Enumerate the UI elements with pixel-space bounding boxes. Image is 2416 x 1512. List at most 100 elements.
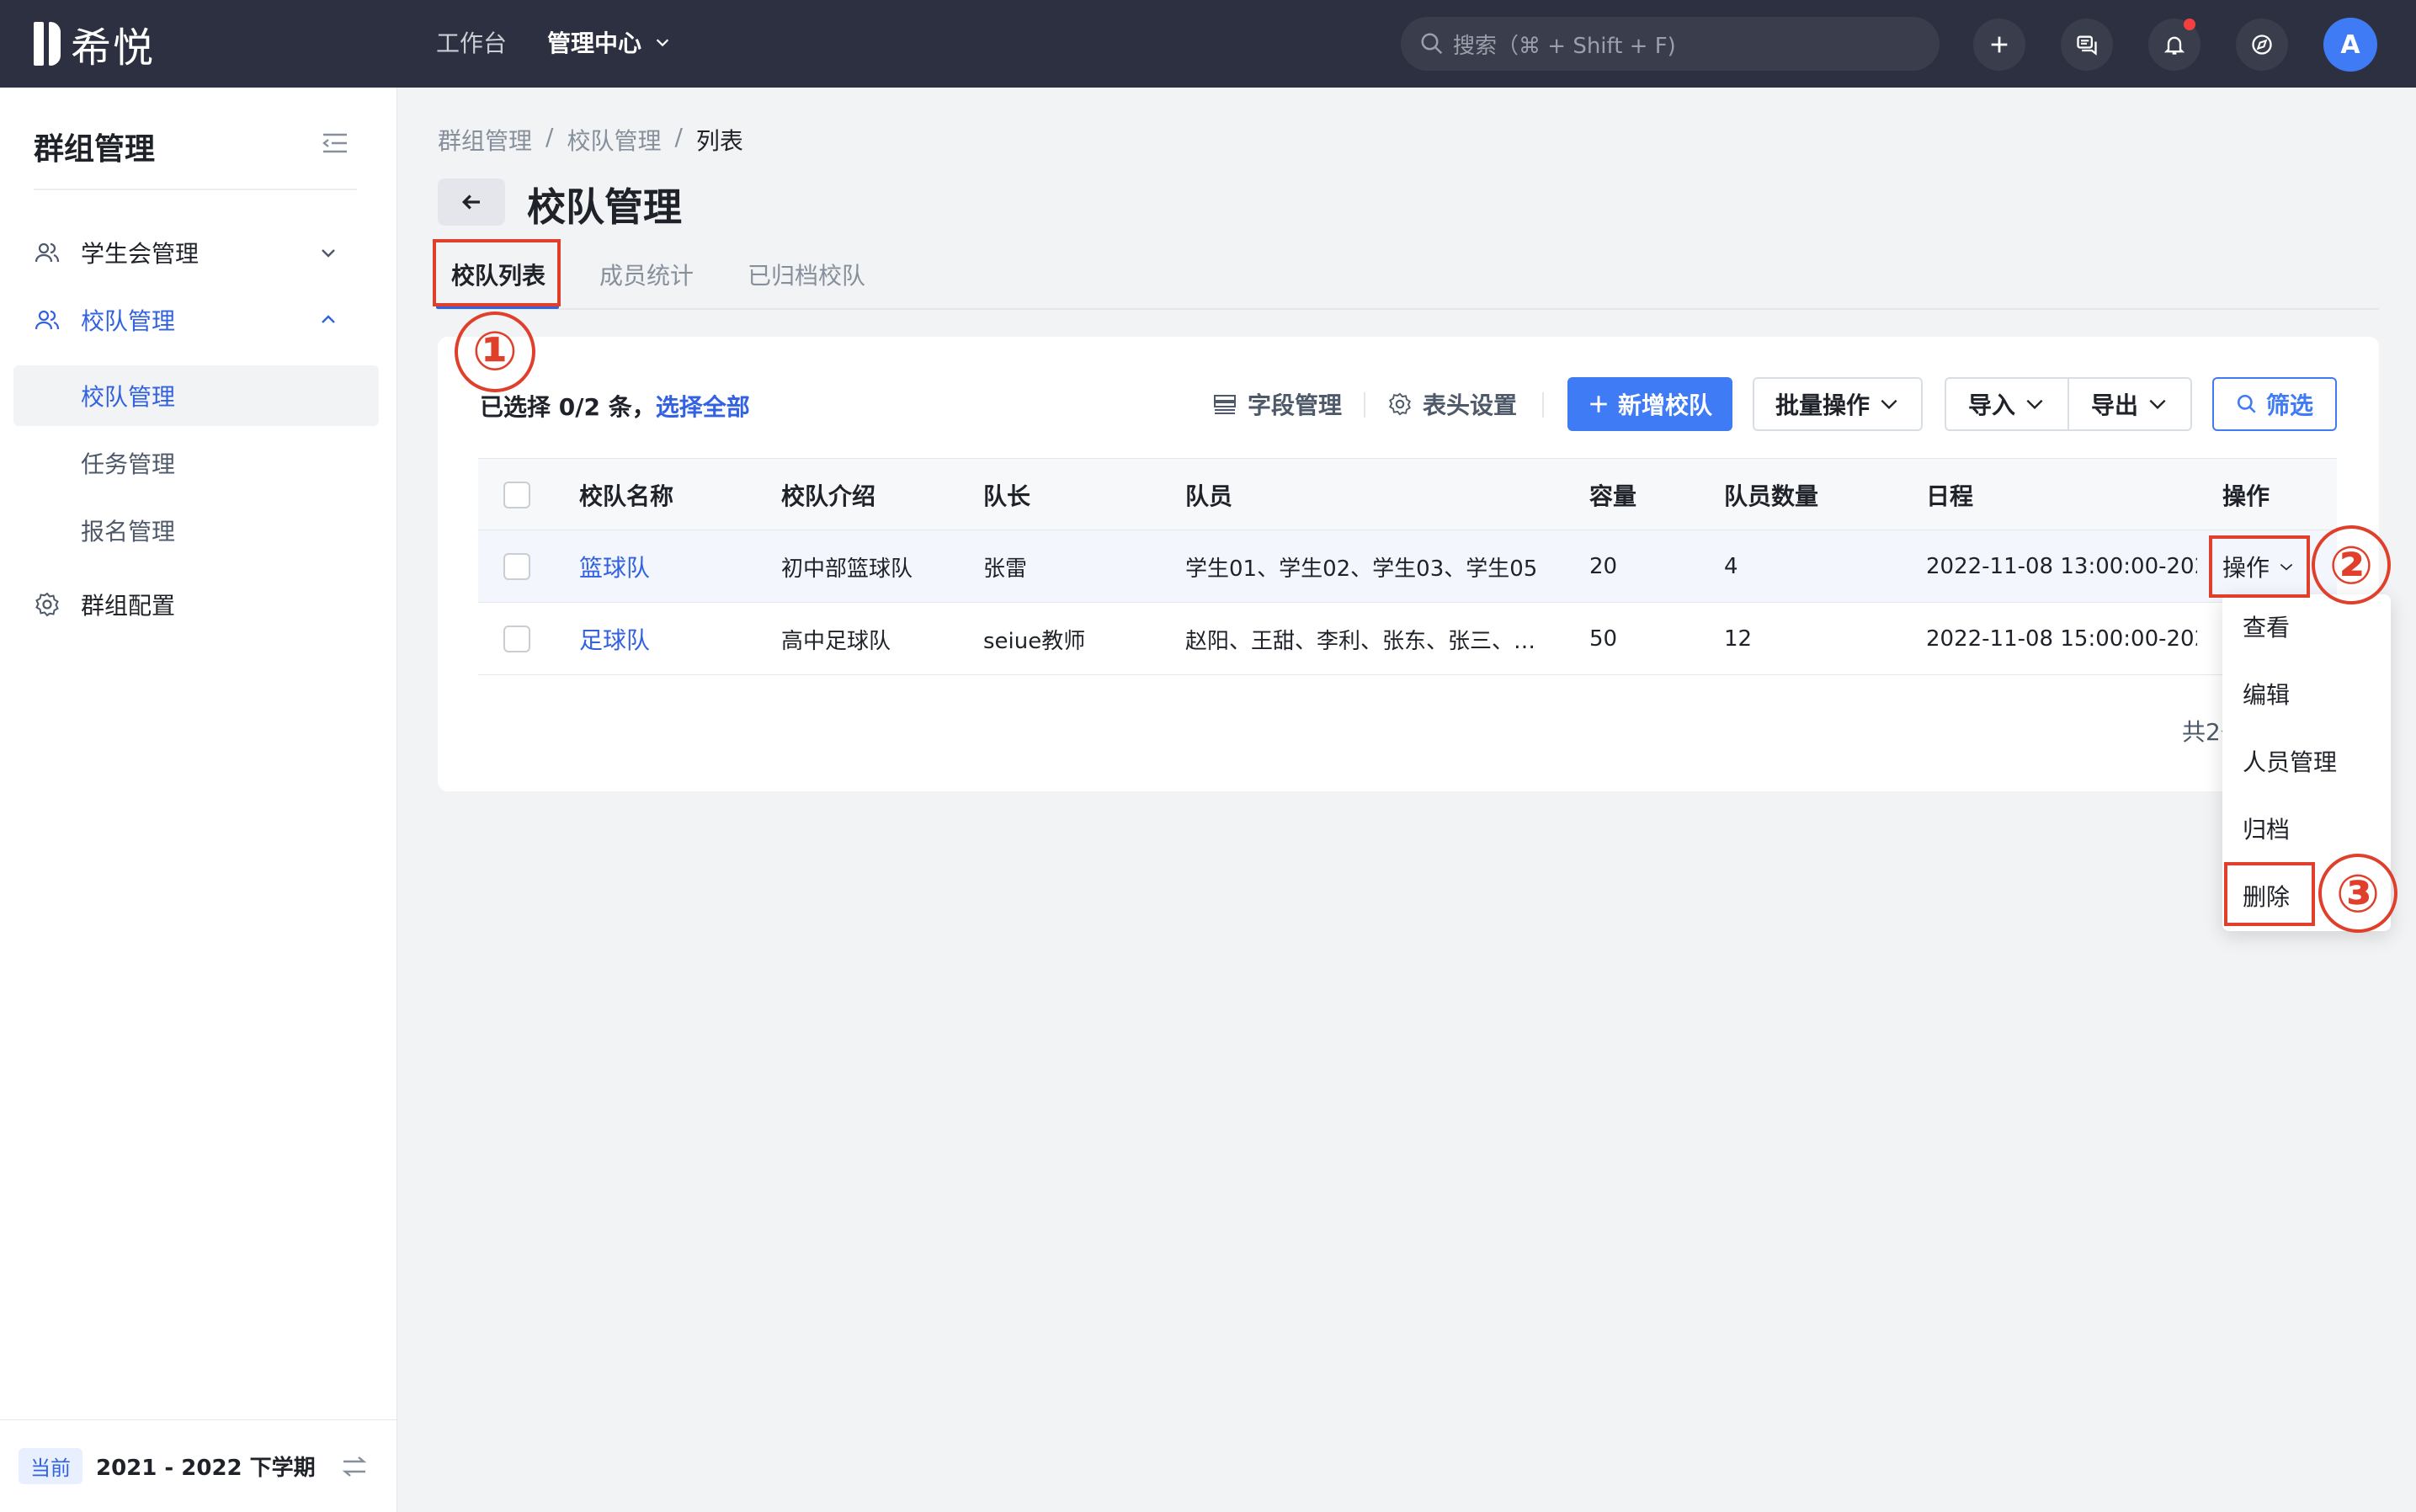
select-all-checkbox[interactable] — [503, 482, 530, 508]
filter-label: 筛选 — [2265, 391, 2313, 419]
tab-member-stats[interactable]: 成员统计 — [599, 258, 694, 291]
chevron-down-icon — [2149, 399, 2166, 410]
header-checkbox-cell — [503, 459, 530, 531]
breadcrumb-separator: / — [674, 123, 683, 151]
filter-button[interactable]: 筛选 — [2212, 377, 2337, 431]
header-settings-button[interactable]: 表头设置 — [1387, 387, 1517, 421]
top-bar: 希悦 工作台 管理中心 搜索（⌘ + Shift + F) A — [0, 0, 2416, 88]
row-checkbox[interactable] — [503, 626, 530, 652]
table-row[interactable]: 篮球队 初中部篮球队 张雷 学生01、学生02、学生03、学生05 20 4 2… — [478, 530, 2337, 603]
column-header[interactable]: 队长 — [983, 459, 1030, 531]
column-header[interactable]: 日程 — [1926, 459, 1973, 531]
column-header[interactable]: 队员 — [1185, 459, 1232, 531]
search-placeholder: 搜索（⌘ + Shift + F) — [1453, 33, 1676, 59]
create-button[interactable] — [1973, 19, 2025, 71]
export-button[interactable]: 导出 — [2067, 377, 2192, 431]
team-name-link[interactable]: 足球队 — [579, 603, 650, 675]
logo-icon — [34, 22, 61, 66]
add-team-button[interactable]: 新增校队 — [1567, 377, 1732, 431]
app-switch-button[interactable] — [2236, 19, 2288, 71]
table-header: 校队名称 校队介绍 队长 队员 容量 队员数量 日程 操作 — [478, 458, 2337, 530]
plus-icon — [1590, 396, 1607, 413]
avatar[interactable]: A — [2323, 18, 2377, 72]
compass-icon — [2252, 35, 2272, 55]
sidebar-subitem-signup-mgmt[interactable]: 报名管理 — [13, 500, 379, 561]
annotation-box-1 — [433, 239, 561, 306]
selection-count: 已选择 0/2 条， — [480, 393, 656, 421]
swap-icon[interactable] — [340, 1452, 369, 1481]
logo-text: 希悦 — [71, 24, 156, 72]
column-header[interactable]: 校队名称 — [579, 459, 673, 531]
users-icon — [35, 310, 60, 330]
gear-icon — [1389, 392, 1411, 416]
plus-icon — [1991, 36, 2008, 53]
selection-info: 已选择 0/2 条，选择全部 — [480, 389, 750, 423]
team-member-count: 12 — [1724, 626, 1753, 652]
sidebar-item-label: 校队管理 — [81, 307, 176, 335]
app-logo[interactable]: 希悦 — [34, 19, 155, 72]
search-icon — [1421, 33, 1443, 55]
team-table: 校队名称 校队介绍 队长 队员 容量 队员数量 日程 操作 篮球队 初中部篮球队… — [478, 458, 2337, 675]
menu-item-member-mgmt[interactable]: 人员管理 — [2243, 744, 2337, 778]
field-mgmt-button[interactable]: 字段管理 — [1212, 387, 1342, 421]
nav-workbench[interactable]: 工作台 — [436, 25, 507, 59]
table-row[interactable]: 足球队 高中足球队 seiue教师 赵阳、王甜、李利、张东、张三、… 50 12… — [478, 603, 2337, 675]
row-checkbox[interactable] — [503, 553, 530, 580]
sidebar-subitem-team-mgmt[interactable]: 校队管理 — [13, 365, 379, 426]
message-icon — [2077, 35, 2097, 56]
menu-item-view[interactable]: 查看 — [2243, 610, 2290, 643]
team-captain: 张雷 — [983, 556, 1028, 582]
team-members: 学生01、学生02、学生03、学生05 — [1185, 556, 1538, 582]
sidebar-item-group-config[interactable]: 群组配置 — [34, 579, 364, 630]
breadcrumb-item[interactable]: 校队管理 — [567, 123, 661, 157]
select-all-link[interactable]: 选择全部 — [656, 393, 750, 421]
team-schedule: 2022-11-08 13:00:00-2022-11 — [1926, 554, 2197, 579]
team-intro: 高中足球队 — [781, 628, 891, 654]
page-title: 校队管理 — [527, 184, 682, 230]
team-intro: 初中部篮球队 — [781, 556, 913, 582]
team-members: 赵阳、王甜、李利、张东、张三、… — [1185, 628, 1536, 654]
global-search[interactable]: 搜索（⌘ + Shift + F) — [1401, 17, 1940, 71]
fields-icon — [1214, 395, 1236, 414]
batch-ops-button[interactable]: 批量操作 — [1753, 377, 1923, 431]
annotation-marker-1: ① — [455, 311, 535, 392]
back-button[interactable] — [438, 178, 505, 226]
breadcrumb-separator: / — [545, 123, 554, 151]
chevron-down-icon — [322, 249, 335, 258]
gear-icon — [35, 592, 59, 617]
sidebar-item-label: 学生会管理 — [81, 240, 200, 268]
menu-item-edit[interactable]: 编辑 — [2243, 677, 2290, 711]
sidebar-subitem-task-mgmt[interactable]: 任务管理 — [13, 433, 379, 493]
breadcrumb-item[interactable]: 群组管理 — [438, 123, 532, 157]
sidebar-item-team-mgmt[interactable]: 校队管理 — [34, 295, 364, 345]
column-header[interactable]: 队员数量 — [1724, 459, 1818, 531]
column-header[interactable]: 容量 — [1589, 459, 1636, 531]
column-header: 操作 — [2222, 482, 2270, 510]
row-checkbox-cell — [503, 603, 530, 675]
annotation-marker-3: ③ — [2318, 854, 2397, 933]
notifications-button[interactable] — [2148, 19, 2200, 71]
sidebar-divider — [34, 189, 357, 190]
breadcrumb-current: 列表 — [695, 127, 743, 155]
team-capacity: 50 — [1589, 626, 1618, 652]
collapse-sidebar-icon[interactable] — [322, 131, 349, 155]
import-button[interactable]: 导入 — [1945, 377, 2069, 431]
tab-archived-teams[interactable]: 已归档校队 — [748, 258, 865, 291]
sidebar-item-label: 群组配置 — [81, 592, 176, 620]
column-header[interactable]: 校队介绍 — [781, 459, 875, 531]
sidebar-item-student-union[interactable]: 学生会管理 — [34, 227, 364, 278]
chevron-down-icon — [2026, 399, 2043, 410]
annotation-box-3 — [2224, 862, 2315, 926]
team-captain: seiue教师 — [983, 628, 1086, 654]
nav-admin-center[interactable]: 管理中心 — [547, 25, 672, 59]
arrow-left-icon — [461, 194, 480, 210]
search-icon — [2237, 394, 2256, 413]
menu-item-archive[interactable]: 归档 — [2243, 812, 2290, 845]
batch-ops-label: 批量操作 — [1775, 391, 1870, 419]
team-name-link[interactable]: 篮球队 — [579, 530, 650, 603]
toolbar-divider — [1364, 392, 1365, 418]
annotation-box-2 — [2209, 535, 2310, 598]
messages-button[interactable] — [2061, 19, 2113, 71]
notification-dot — [2184, 19, 2195, 30]
export-label: 导出 — [2090, 391, 2138, 419]
